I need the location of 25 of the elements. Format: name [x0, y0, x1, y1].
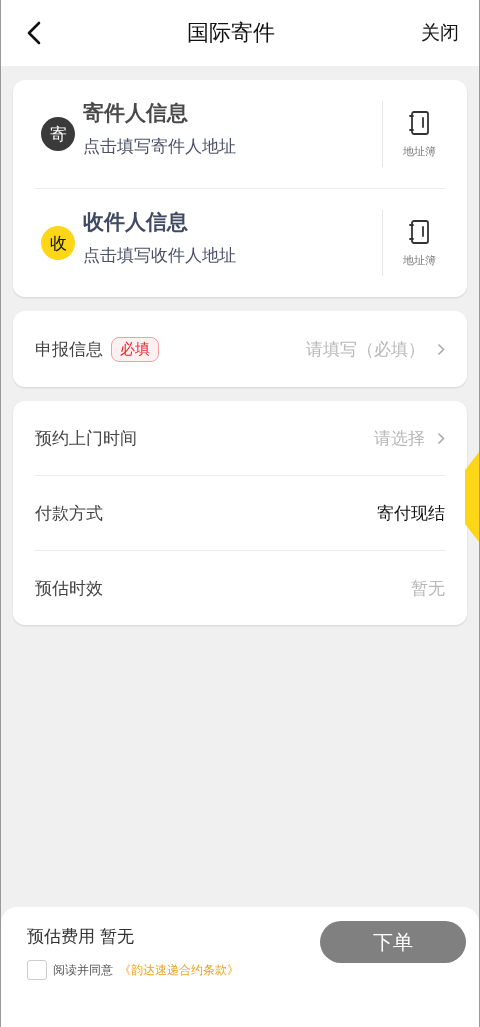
- address-hint[interactable]: 点击填写收件人地址: [83, 243, 382, 267]
- detail-label: 预估时效: [35, 576, 103, 600]
- detail-value: 暂无: [411, 576, 445, 600]
- estimated-fee: 预估费用 暂无: [27, 925, 136, 948]
- back-icon[interactable]: [27, 21, 41, 45]
- address-book-icon: [408, 109, 430, 136]
- agree-checkbox[interactable]: [27, 960, 47, 980]
- detail-label: 付款方式: [35, 501, 103, 525]
- address-book-button[interactable]: 地址簿: [383, 218, 455, 268]
- close-button[interactable]: 关闭: [421, 20, 459, 46]
- chevron-right-icon: [437, 342, 445, 356]
- declaration-label: 申报信息: [35, 337, 103, 361]
- page-title: 国际寄件: [186, 19, 276, 47]
- address-book-button[interactable]: 地址簿: [383, 109, 455, 159]
- required-tag: 必填: [111, 336, 159, 362]
- agree-text: 阅读并同意: [53, 961, 113, 979]
- address-hint[interactable]: 点击填写寄件人地址: [83, 134, 382, 158]
- contact-badge: 收: [41, 226, 75, 260]
- detail-label: 预约上门时间: [35, 426, 137, 450]
- chevron-right-icon: [437, 431, 445, 445]
- contact-badge: 寄: [41, 117, 75, 151]
- contact-title[interactable]: 寄件人信息: [83, 98, 382, 127]
- contact-title[interactable]: 收件人信息: [83, 207, 382, 236]
- address-book-icon: [408, 218, 430, 245]
- detail-value: 寄付现结: [377, 501, 445, 525]
